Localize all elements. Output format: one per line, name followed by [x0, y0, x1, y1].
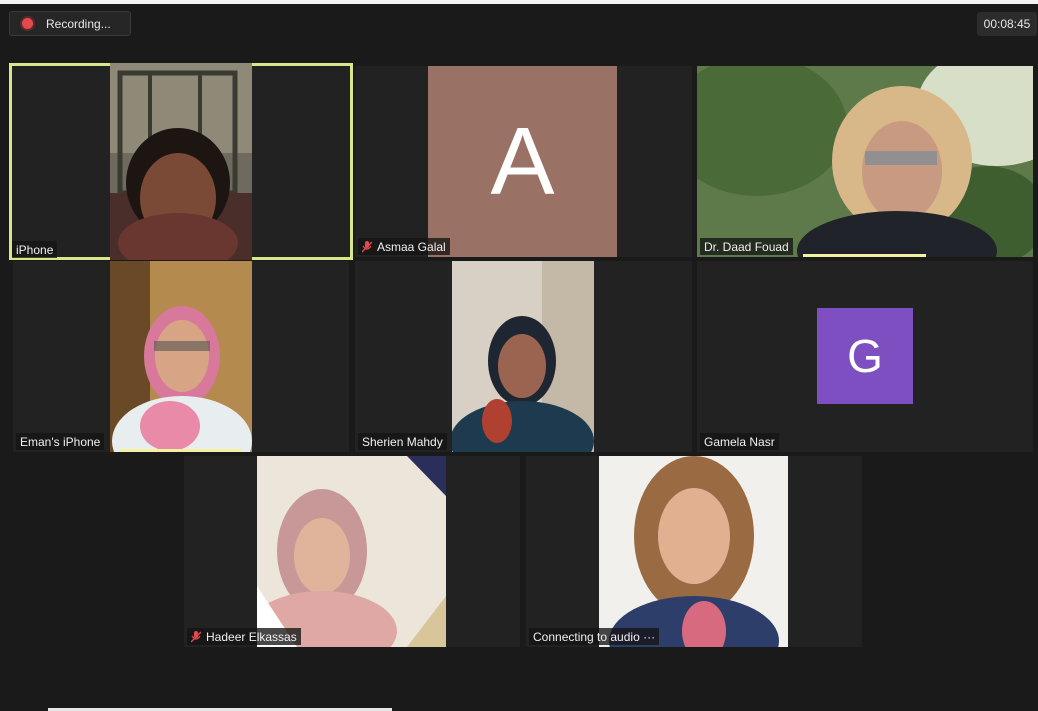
participant-video: [257, 456, 446, 647]
participant-avatar: G: [817, 308, 913, 404]
meeting-timer: 00:08:45: [977, 12, 1037, 36]
participant-tile-hadeer-elkassas[interactable]: Hadeer Elkassas: [184, 456, 520, 647]
mic-muted-icon: [362, 240, 372, 252]
participant-tile-connecting[interactable]: Connecting to audio ···: [526, 456, 862, 647]
participant-tile-sherien-mahdy[interactable]: Sherien Mahdy: [355, 261, 692, 452]
record-dot-icon: [22, 18, 33, 29]
participant-name-label: Eman's iPhone: [16, 433, 105, 450]
top-edge: [0, 0, 1038, 4]
participant-name-label: Asmaa Galal: [358, 238, 450, 255]
participant-video: [599, 456, 788, 647]
speaking-indicator: [803, 254, 926, 257]
participant-video: [697, 66, 1033, 257]
participant-video: [452, 261, 594, 452]
mic-muted-icon: [191, 630, 201, 642]
participant-avatar: A: [428, 66, 617, 257]
participant-name-label: Dr. Daad Fouad: [700, 238, 793, 255]
participant-name-label: iPhone: [12, 241, 58, 258]
participant-tile-emans-iphone[interactable]: Eman's iPhone: [13, 261, 349, 452]
participant-video: [110, 63, 252, 260]
participant-name-label: Hadeer Elkassas: [187, 628, 301, 645]
participant-video: [110, 261, 252, 452]
participant-tile-gamela-nasr[interactable]: G Gamela Nasr: [697, 261, 1033, 452]
participant-tile-asmaa-galal[interactable]: A Asmaa Galal: [355, 66, 692, 257]
participant-tile-dr-daad-fouad[interactable]: Dr. Daad Fouad: [697, 66, 1033, 257]
participant-name-label: Gamela Nasr: [700, 433, 779, 450]
participant-tile-iphone[interactable]: iPhone: [9, 63, 353, 260]
recording-indicator[interactable]: Recording...: [9, 11, 131, 36]
recording-label: Recording...: [46, 16, 111, 31]
speaking-indicator: [119, 449, 242, 452]
participant-name-label: Sherien Mahdy: [358, 433, 447, 450]
participant-name-label: Connecting to audio ···: [529, 628, 660, 645]
